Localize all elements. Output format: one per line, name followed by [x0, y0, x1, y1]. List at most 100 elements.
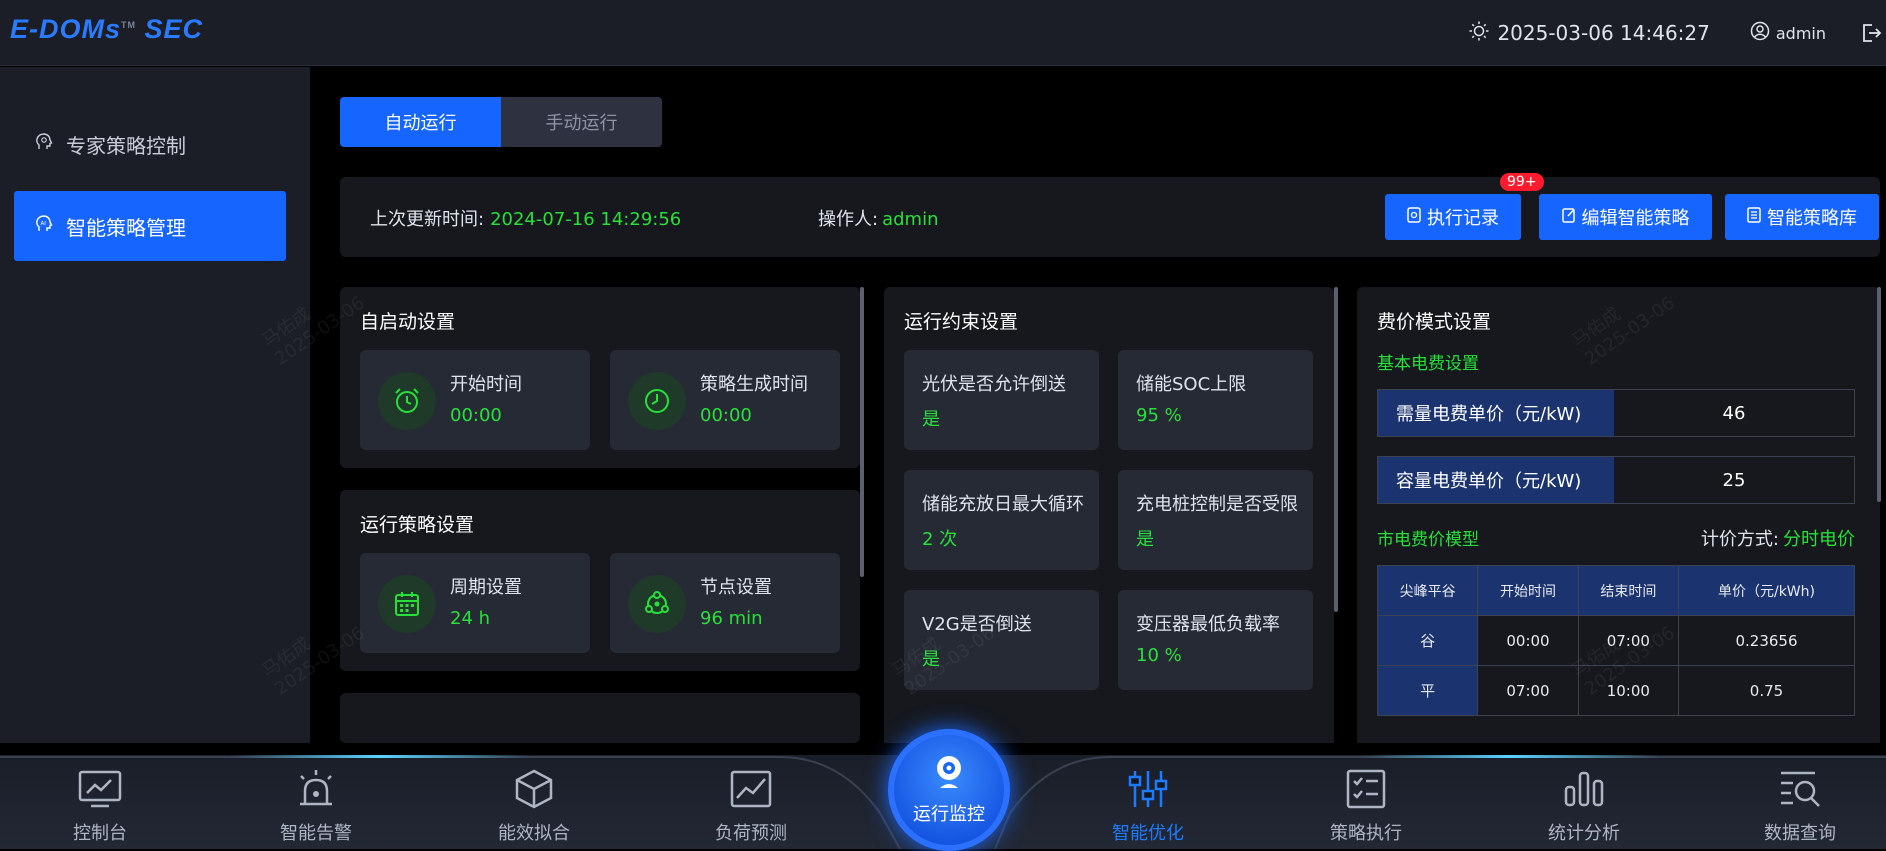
- cycle-setting-card[interactable]: 周期设置 24 h: [360, 553, 590, 653]
- datetime-text: 2025-03-06 14:46:27: [1497, 21, 1710, 45]
- logout-icon[interactable]: [1860, 22, 1882, 44]
- execution-records-button[interactable]: 执行记录: [1385, 194, 1521, 240]
- sidebar-item-label: 专家策略控制: [66, 133, 186, 158]
- top-header: E-DOMsTM SEC 2025-03-06 14:46:27 admin: [0, 0, 1886, 66]
- nav-item-smart-alarm[interactable]: 智能告警: [246, 769, 386, 849]
- strategy-generate-time-card[interactable]: 策略生成时间 00:00: [610, 350, 840, 450]
- nav-item-efficiency-fit[interactable]: 能效拟合: [464, 769, 604, 849]
- nodes-icon: [628, 575, 686, 633]
- mode-tabs: 自动运行 手动运行: [340, 97, 662, 147]
- checklist-icon: [1343, 769, 1389, 813]
- nav-item-console[interactable]: 控制台: [30, 769, 170, 849]
- last-update: 上次更新时间: 2024-07-16 14:29:56: [370, 209, 682, 230]
- tab-auto-run[interactable]: 自动运行: [340, 97, 501, 147]
- panel-title: 自启动设置: [360, 311, 456, 333]
- nav-label: 负荷预测: [715, 823, 787, 844]
- edit-icon: [1561, 207, 1576, 228]
- card-label: 充电桩控制是否受限: [1136, 494, 1298, 515]
- nav-label: 策略执行: [1330, 823, 1402, 844]
- card-value: 00:00: [700, 405, 752, 426]
- card-value: 是: [922, 649, 940, 670]
- trend-chart-icon: [728, 769, 774, 813]
- card-value: 00:00: [450, 405, 502, 426]
- main-content: 自动运行 手动运行 上次更新时间: 2024-07-16 14:29:56 操作人…: [258, 67, 1886, 773]
- user-menu[interactable]: admin: [1750, 21, 1826, 45]
- webcam-icon: [932, 754, 966, 794]
- transformer-load-card[interactable]: 变压器最低负载率 10 %: [1118, 590, 1313, 690]
- nav-item-smart-optimize[interactable]: 智能优化: [1078, 769, 1218, 849]
- tab-manual-run[interactable]: 手动运行: [501, 97, 662, 147]
- nav-item-strategy-execute[interactable]: 策略执行: [1296, 769, 1436, 849]
- ai-head-icon: AI: [34, 214, 54, 239]
- button-label: 执行记录: [1427, 208, 1499, 229]
- bar-chart-icon: [1561, 769, 1607, 813]
- pv-reverse-card[interactable]: 光伏是否允许倒送 是: [904, 350, 1099, 450]
- nav-label: 数据查询: [1764, 823, 1836, 844]
- left-column-scrollbar[interactable]: [860, 287, 864, 577]
- calendar-icon: [378, 575, 436, 633]
- nav-label: 能效拟合: [498, 823, 570, 844]
- nav-item-run-monitor[interactable]: 运行监控: [888, 729, 1010, 851]
- table-header: 开始时间: [1477, 565, 1579, 616]
- start-time-card[interactable]: 开始时间 00:00: [360, 350, 590, 450]
- nav-glow-left: [230, 755, 530, 758]
- table-row: 谷 00:00 07:00 0.23656: [1376, 615, 1855, 666]
- sun-icon: [1469, 21, 1489, 46]
- cube-icon: [511, 769, 557, 813]
- nav-label: 智能告警: [280, 823, 352, 844]
- card-value: 10 %: [1136, 645, 1182, 666]
- sidebar-item-label: 智能策略管理: [66, 215, 186, 240]
- sidebar-item-ai-strategy[interactable]: AI 智能策略管理: [14, 191, 286, 261]
- node-setting-card[interactable]: 节点设置 96 min: [610, 553, 840, 653]
- table-header: 尖峰平谷: [1376, 565, 1479, 616]
- user-icon: [1750, 21, 1770, 45]
- card-value: 2 次: [922, 529, 958, 550]
- app-logo: E-DOMsTM SEC: [10, 14, 204, 44]
- nav-item-load-forecast[interactable]: 负荷预测: [681, 769, 821, 849]
- constraints-panel: 运行约束设置 光伏是否允许倒送 是 储能SOC上限 95 % 储能充放日最大循环…: [884, 287, 1334, 773]
- panel-title: 运行约束设置: [904, 311, 1019, 333]
- card-label: 开始时间: [450, 374, 522, 395]
- nav-glow-right: [1360, 755, 1660, 758]
- card-value: 96 min: [700, 608, 763, 629]
- tou-price-table: 尖峰平谷 开始时间 结束时间 单价（元/kWh) 谷 00:00 07:00 0…: [1376, 565, 1855, 716]
- nav-label: 智能优化: [1112, 823, 1184, 844]
- card-label: V2G是否倒送: [922, 614, 1032, 635]
- last-update-value: 2024-07-16 14:29:56: [490, 209, 682, 230]
- fee-key: 需量电费单价（元/kW): [1378, 390, 1614, 436]
- card-label: 储能SOC上限: [1136, 374, 1247, 395]
- card-value: 24 h: [450, 608, 491, 629]
- expert-head-icon: [34, 132, 54, 157]
- card-value: 是: [1136, 529, 1154, 550]
- clock-icon: [628, 372, 686, 430]
- nav-item-data-query[interactable]: 数据查询: [1730, 769, 1870, 849]
- nav-label: 运行监控: [913, 804, 985, 825]
- records-count-badge: 99+: [1500, 173, 1544, 191]
- card-value: 是: [922, 409, 940, 430]
- nav-item-statistics[interactable]: 统计分析: [1514, 769, 1654, 849]
- record-icon: [1407, 206, 1421, 228]
- fee-value[interactable]: 46: [1614, 390, 1854, 436]
- search-list-icon: [1777, 769, 1823, 813]
- fee-value[interactable]: 25: [1614, 457, 1854, 503]
- soc-limit-card[interactable]: 储能SOC上限 95 %: [1118, 350, 1313, 450]
- svg-text:AI: AI: [41, 221, 47, 227]
- card-label: 周期设置: [450, 577, 522, 598]
- document-icon: [1747, 206, 1761, 228]
- charger-limit-card[interactable]: 充电桩控制是否受限 是: [1118, 470, 1313, 570]
- edit-strategy-button[interactable]: 编辑智能策略: [1539, 194, 1712, 240]
- sliders-icon: [1125, 769, 1171, 813]
- v2g-reverse-card[interactable]: V2G是否倒送 是: [904, 590, 1099, 690]
- button-label: 智能策略库: [1767, 208, 1857, 229]
- max-cycle-card[interactable]: 储能充放日最大循环 2 次: [904, 470, 1099, 570]
- username: admin: [1775, 23, 1826, 43]
- autostart-panel: 自启动设置 开始时间 00:00 策略生成时间 00:00: [340, 287, 860, 468]
- constraints-scrollbar[interactable]: [1334, 287, 1338, 612]
- card-label: 储能充放日最大循环: [922, 494, 1084, 515]
- operator-value: admin: [882, 209, 939, 230]
- strategy-panel: 运行策略设置 周期设置 24 h 节点设置 96 min: [340, 490, 860, 671]
- fee-scrollbar[interactable]: [1877, 287, 1881, 502]
- strategy-library-button[interactable]: 智能策略库: [1725, 194, 1879, 240]
- sidebar-item-expert-strategy[interactable]: 专家策略控制: [14, 109, 286, 179]
- alarm-clock-icon: [378, 372, 436, 430]
